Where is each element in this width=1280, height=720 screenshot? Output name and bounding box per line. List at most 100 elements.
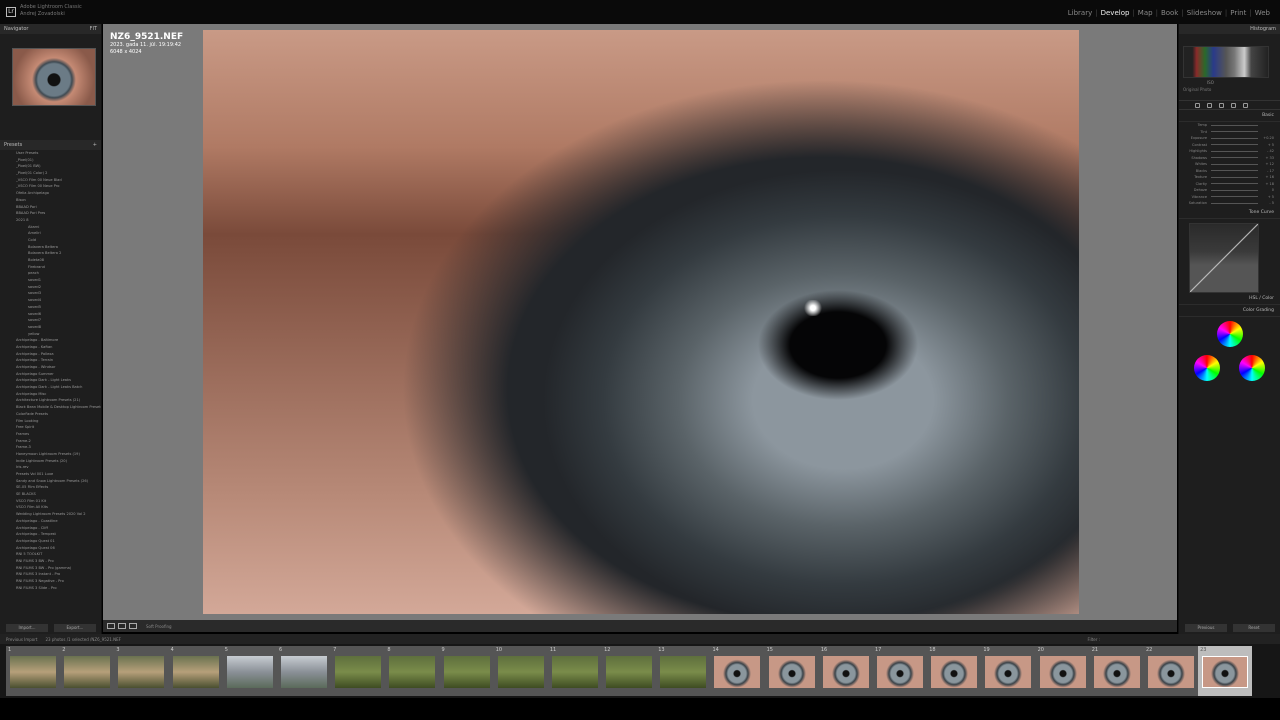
thumbnail-image[interactable] <box>1202 656 1249 688</box>
slider-value[interactable]: + 5 <box>1262 143 1274 147</box>
redeye-icon[interactable] <box>1231 102 1236 108</box>
preset-folder[interactable]: Archipelago - Kaftan <box>0 344 101 351</box>
slider-value[interactable]: + 33 <box>1262 156 1275 160</box>
presets-header[interactable]: Presets + <box>0 140 101 150</box>
filmstrip-thumbnail[interactable]: 5 <box>222 646 277 696</box>
filmstrip-thumbnail[interactable]: 20 <box>1035 646 1090 696</box>
thumbnail-image[interactable] <box>768 656 815 688</box>
preset-folder[interactable]: Bison <box>0 197 101 204</box>
preset-folder[interactable]: SE-05 Film Effects <box>0 484 101 491</box>
slider-track[interactable] <box>1211 137 1258 139</box>
preset-folder[interactable]: Archipelago - Tempest <box>0 531 101 538</box>
filmstrip-thumbnail[interactable]: 6 <box>276 646 332 696</box>
slider-track[interactable] <box>1211 157 1258 159</box>
filmstrip-thumbnail[interactable]: 3 <box>114 646 169 696</box>
filmstrip-thumbnail[interactable]: 14 <box>710 646 765 696</box>
slider-track[interactable] <box>1211 202 1258 204</box>
preset-folder[interactable]: Archipelago - Terrain <box>0 357 101 364</box>
preset-folder[interactable]: ColorFade Presets <box>0 411 101 418</box>
module-slideshow[interactable]: Slideshow <box>1187 9 1222 17</box>
preset-item[interactable]: saved1 <box>0 277 101 284</box>
soft-proofing-label[interactable]: Soft Proofing <box>146 624 172 629</box>
thumbnail-image[interactable] <box>497 656 544 688</box>
module-map[interactable]: Map <box>1138 9 1153 17</box>
thumbnail-image[interactable] <box>931 656 978 688</box>
slider-value[interactable]: - 42 <box>1262 149 1274 153</box>
filmstrip-thumbnail[interactable]: 1 <box>6 646 61 696</box>
filmstrip-source[interactable]: Previous Import <box>6 637 37 642</box>
filmstrip-thumbnail[interactable]: 2 <box>60 646 115 696</box>
preset-item[interactable]: Bolavera Beltera <box>0 244 101 251</box>
preset-folder[interactable]: Archipelago Summer <box>0 371 101 378</box>
preset-item[interactable]: Boleta08 <box>0 257 101 264</box>
filmstrip-thumbnail[interactable]: 12 <box>602 646 657 696</box>
slider-value[interactable]: - 17 <box>1262 169 1274 173</box>
preset-folder[interactable]: Indie Lightroom Presets (20) <box>0 458 101 465</box>
preset-folder[interactable]: Archipelago Dark - Light Leaks Batch <box>0 384 101 391</box>
preset-item[interactable]: saved8 <box>0 324 101 331</box>
thumbnail-image[interactable] <box>335 656 382 688</box>
preset-folder[interactable]: RNI FILMS 3 BW - Pro <box>0 558 101 565</box>
slider-value[interactable]: + 16 <box>1262 175 1275 179</box>
preset-folder[interactable]: RNI FILMS 3 Negative - Pro <box>0 578 101 585</box>
slider-value[interactable]: - 5 <box>1262 201 1274 205</box>
slider-track[interactable] <box>1211 144 1258 146</box>
slider-track[interactable] <box>1211 183 1258 185</box>
slider-value[interactable]: + 5 <box>1262 195 1274 199</box>
sliders-icon[interactable] <box>1195 102 1200 108</box>
tone-curve-title[interactable]: Tone Curve <box>1179 207 1280 219</box>
preset-item[interactable]: Bolavera Beltera 2 <box>0 250 101 257</box>
tone-curve-graph[interactable] <box>1189 222 1259 293</box>
filmstrip-thumbnail[interactable]: 23 <box>1198 646 1253 696</box>
midtones-wheel[interactable] <box>1216 320 1243 347</box>
slider-track[interactable] <box>1211 189 1258 191</box>
preset-item[interactable]: Firebrand <box>0 264 101 271</box>
preset-folder[interactable]: Iris-rev <box>0 464 101 471</box>
navigator-zoom[interactable]: FIT <box>90 26 97 32</box>
thumbnail-image[interactable] <box>64 656 111 688</box>
thumbnail-image[interactable] <box>1039 656 1086 688</box>
preset-item[interactable]: saved3 <box>0 290 101 297</box>
hsl-title[interactable]: HSL / Color <box>1179 293 1280 305</box>
preset-folder[interactable]: Archipelago Dark - Light Leaks <box>0 377 101 384</box>
preset-folder[interactable]: Frame-2 <box>0 438 101 445</box>
filmstrip-thumbnail[interactable]: 4 <box>168 646 223 696</box>
preset-folder[interactable]: Archipelago - Windsor <box>0 364 101 371</box>
filmstrip-thumbnail[interactable]: 15 <box>764 646 819 696</box>
preset-folder[interactable]: Archipelago - Baltimore <box>0 337 101 344</box>
preset-folder[interactable]: RNI FILMS 3 Slide - Pro <box>0 585 101 592</box>
preset-item[interactable]: peach <box>0 270 101 277</box>
preset-item[interactable]: saved2 <box>0 284 101 291</box>
before-after-icon[interactable] <box>129 623 137 629</box>
slider-track[interactable] <box>1211 170 1258 172</box>
preset-item[interactable]: saved7 <box>0 317 101 324</box>
preset-folder[interactable]: Archipelago - Pallexa <box>0 351 101 358</box>
preset-folder[interactable]: BBAAD Pori <box>0 204 101 211</box>
preset-folder[interactable]: Archipelago Misc <box>0 391 101 398</box>
slider-track[interactable] <box>1211 131 1258 133</box>
thumbnail-image[interactable] <box>714 656 761 688</box>
filmstrip-thumbnail[interactable]: 10 <box>493 646 548 696</box>
filmstrip-thumbnail[interactable]: 16 <box>818 646 873 696</box>
slider-track[interactable] <box>1211 196 1258 198</box>
highlights-wheel[interactable] <box>1238 354 1265 381</box>
thumbnail-image[interactable] <box>660 656 707 688</box>
slider-track[interactable] <box>1211 150 1258 152</box>
plus-icon[interactable]: + <box>93 142 97 148</box>
thumbnail-image[interactable] <box>10 656 56 688</box>
preset-folder[interactable]: Wedding Lightroom Presets 2020 Vol 2 <box>0 511 101 518</box>
preset-item[interactable]: saved6 <box>0 311 101 318</box>
preset-item[interactable]: saved4 <box>0 297 101 304</box>
thumbnail-image[interactable] <box>280 656 327 688</box>
thumbnail-image[interactable] <box>118 656 165 688</box>
preset-folder[interactable]: Black Bean Mobile & Desktop Lightroom Pr… <box>0 404 101 411</box>
navigator-header[interactable]: Navigator FIT <box>0 24 101 34</box>
slider-track[interactable] <box>1211 176 1258 178</box>
preset-item[interactable]: Akarni <box>0 224 101 231</box>
histogram[interactable] <box>1183 46 1269 78</box>
module-print[interactable]: Print <box>1230 9 1246 17</box>
thumbnail-image[interactable] <box>1147 656 1194 688</box>
heal-icon[interactable] <box>1219 102 1224 108</box>
thumbnail-image[interactable] <box>389 656 436 688</box>
preset-folder[interactable]: Frames <box>0 431 101 438</box>
